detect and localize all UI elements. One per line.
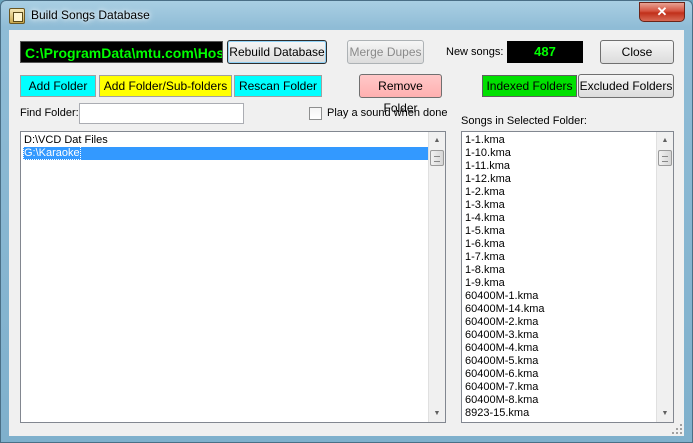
folder-list-item[interactable]: D:\VCD Dat Files	[23, 134, 428, 147]
song-list-item-label: 60400M-7.kma	[465, 381, 539, 393]
scroll-up-arrow-icon[interactable]: ▲	[657, 132, 673, 149]
database-app-icon	[9, 8, 25, 24]
scroll-up-arrow-icon[interactable]: ▲	[429, 132, 445, 149]
song-list-item-label: 60400M-8.kma	[465, 394, 539, 406]
build-songs-window: Build Songs Database ✕ C:\ProgramData\mt…	[0, 0, 693, 443]
song-list-item-label: 1-1.kma	[465, 134, 505, 146]
song-list-item[interactable]: 1-2.kma	[464, 186, 656, 199]
play-sound-label: Play a sound when done	[327, 107, 448, 119]
song-list-item-label: 1-4.kma	[465, 212, 505, 224]
folder-list-item-label: D:\VCD Dat Files	[24, 134, 108, 146]
song-list-item[interactable]: 1-3.kma	[464, 199, 656, 212]
find-folder-input[interactable]	[79, 103, 244, 124]
song-list-item[interactable]: 60400M-1.kma	[464, 290, 656, 303]
song-list-item[interactable]: 60400M-3.kma	[464, 329, 656, 342]
song-list-item[interactable]: 60400M-14.kma	[464, 303, 656, 316]
song-list-item[interactable]: 60400M-7.kma	[464, 381, 656, 394]
song-list-item-label: 8923-15.kma	[465, 407, 530, 419]
song-list-item-label: 1-8.kma	[465, 264, 505, 276]
window-title: Build Songs Database	[31, 8, 150, 22]
song-list-item[interactable]: 8923-15.kma	[464, 407, 656, 420]
folder-listbox[interactable]: D:\VCD Dat Files G:\Karaoke ▲ ▼	[20, 131, 446, 423]
add-folder-subfolders-button[interactable]: Add Folder/Sub-folders	[99, 75, 232, 97]
song-list-item-label: 60400M-4.kma	[465, 342, 539, 354]
song-list-item[interactable]: 60400M-4.kma	[464, 342, 656, 355]
song-list-item[interactable]: 1-5.kma	[464, 225, 656, 238]
scroll-down-arrow-icon[interactable]: ▼	[657, 405, 673, 422]
song-list-item[interactable]: 1-4.kma	[464, 212, 656, 225]
song-list-item-label: 60400M-3.kma	[465, 329, 539, 341]
folder-list-scrollbar[interactable]: ▲ ▼	[428, 132, 445, 422]
song-list-item[interactable]: 1-9.kma	[464, 277, 656, 290]
title-bar[interactable]: Build Songs Database ✕	[1, 1, 692, 29]
songs-listbox[interactable]: 1-1.kma 1-10.kma 1-11.kma 1-12.kma 1-2.kma 1-…	[461, 131, 674, 423]
close-button[interactable]: Close	[600, 40, 674, 64]
song-list-item[interactable]: 1-8.kma	[464, 264, 656, 277]
database-path-display: C:\ProgramData\mtu.com\Hos	[20, 41, 223, 63]
song-list-item-label: 1-10.kma	[465, 147, 511, 159]
song-list-item-label: 1-2.kma	[465, 186, 505, 198]
song-list-item-label: 1-12.kma	[465, 173, 511, 185]
songs-in-folder-label: Songs in Selected Folder:	[461, 115, 587, 127]
folder-list-item[interactable]: G:\Karaoke	[23, 146, 428, 160]
song-list-item-label: 1-5.kma	[465, 225, 505, 237]
excluded-folders-tab[interactable]: Excluded Folders	[578, 74, 674, 98]
merge-dupes-button[interactable]: Merge Dupes	[347, 40, 424, 64]
song-list-item[interactable]: 60400M-8.kma	[464, 394, 656, 407]
song-list-item-label: 1-7.kma	[465, 251, 505, 263]
song-list-item-label: 60400M-5.kma	[465, 355, 539, 367]
rebuild-database-button[interactable]: Rebuild Database	[227, 40, 327, 64]
remove-folder-button[interactable]: Remove Folder	[359, 74, 442, 115]
song-list-item-label: 1-9.kma	[465, 277, 505, 289]
song-list-item[interactable]: 1-6.kma	[464, 238, 656, 251]
song-list-item[interactable]: 1-11.kma	[464, 160, 656, 173]
song-list-item[interactable]: 60400M-6.kma	[464, 368, 656, 381]
song-list-item[interactable]: 60400M-2.kma	[464, 316, 656, 329]
new-songs-count: 487	[507, 41, 583, 63]
window-close-button[interactable]: ✕	[639, 2, 685, 22]
song-list-item[interactable]: 1-7.kma	[464, 251, 656, 264]
play-sound-checkbox[interactable]	[309, 107, 322, 120]
indexed-folders-tab[interactable]: Indexed Folders	[482, 75, 577, 97]
resize-grip-icon[interactable]	[671, 423, 683, 435]
song-list-item[interactable]: 60400M-5.kma	[464, 355, 656, 368]
scroll-thumb[interactable]	[658, 150, 672, 166]
songs-list: 1-1.kma 1-10.kma 1-11.kma 1-12.kma 1-2.kma 1-…	[464, 134, 656, 420]
folder-list-item-label: G:\Karaoke	[23, 146, 81, 160]
song-list-item[interactable]: 1-1.kma	[464, 134, 656, 147]
song-list-item-label: 60400M-2.kma	[465, 316, 539, 328]
dialog-client-area: C:\ProgramData\mtu.com\Hos Rebuild Datab…	[9, 30, 684, 436]
song-list-item-label: 60400M-14.kma	[465, 303, 545, 315]
song-list-item-label: 1-6.kma	[465, 238, 505, 250]
new-songs-label: New songs:	[446, 46, 504, 58]
song-list-item-label: 1-3.kma	[465, 199, 505, 211]
scroll-down-arrow-icon[interactable]: ▼	[429, 405, 445, 422]
scroll-thumb[interactable]	[430, 150, 444, 166]
song-list-item[interactable]: 1-10.kma	[464, 147, 656, 160]
song-list-item-label: 1-11.kma	[465, 160, 511, 172]
find-folder-label: Find Folder:	[20, 107, 79, 119]
song-list-item-label: 60400M-1.kma	[465, 290, 539, 302]
rescan-folder-button[interactable]: Rescan Folder	[234, 75, 322, 97]
add-folder-button[interactable]: Add Folder	[20, 75, 96, 97]
songs-list-scrollbar[interactable]: ▲ ▼	[656, 132, 673, 422]
song-list-item[interactable]: 1-12.kma	[464, 173, 656, 186]
folder-list: D:\VCD Dat Files G:\Karaoke	[23, 134, 428, 160]
song-list-item-label: 60400M-6.kma	[465, 368, 539, 380]
